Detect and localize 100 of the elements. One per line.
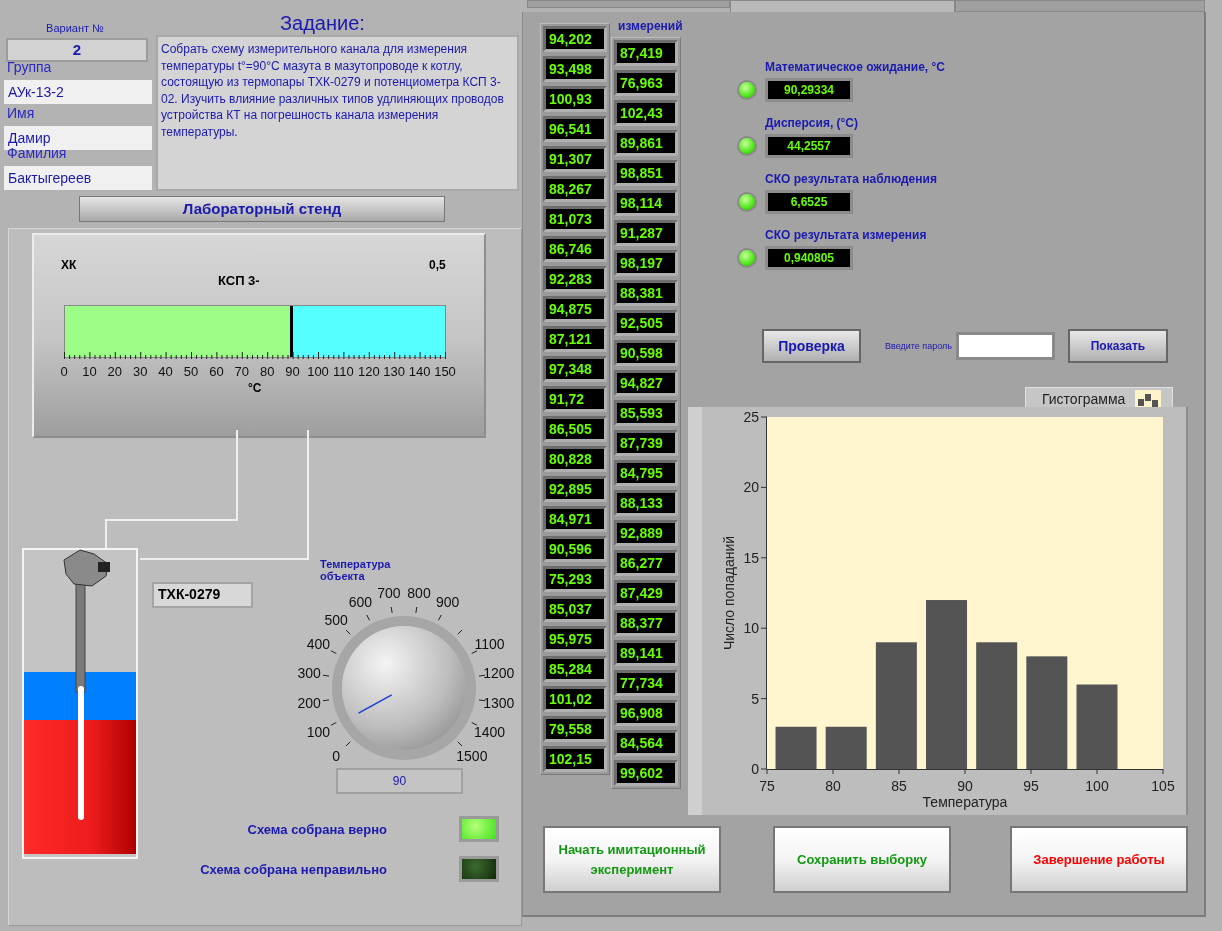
value-display: 85,037: [543, 596, 607, 622]
value-display: 76,963: [614, 70, 678, 96]
dial-label: 1200: [483, 663, 515, 683]
unit-label: °C: [248, 380, 262, 397]
tick-label: 5: [751, 690, 759, 707]
value-display: 75,293: [543, 566, 607, 592]
value-display: 90,29334: [765, 78, 853, 102]
scale-label: 50: [183, 363, 199, 381]
dial-label: 900: [435, 592, 460, 612]
value-display: 97,348: [543, 356, 607, 382]
value-display: 96,541: [543, 116, 607, 142]
show-button[interactable]: Показать: [1068, 329, 1168, 363]
field-label: Имя: [7, 105, 35, 121]
axis-title: Число попаданий: [721, 535, 737, 651]
value-display: 84,795: [614, 460, 678, 486]
variant-field[interactable]: 2: [6, 38, 148, 62]
value-display: 89,861: [614, 130, 678, 156]
scale-label: 20: [107, 363, 123, 381]
value-display: 88,133: [614, 490, 678, 516]
scale-label: 40: [158, 363, 173, 381]
value-display: 92,283: [543, 266, 607, 292]
column-label: измерений: [618, 18, 683, 35]
value-display: 102,15: [543, 746, 607, 772]
tick-label: 105: [1151, 778, 1175, 794]
scale-label: 10: [82, 363, 97, 381]
value-display: 44,2557: [765, 134, 853, 158]
value-display: 91,287: [614, 220, 678, 246]
value-display: 95,975: [543, 626, 607, 652]
stand-button[interactable]: Лабораторный стенд: [79, 196, 445, 222]
value-display: 94,202: [543, 26, 607, 52]
dial-label: 200: [297, 693, 321, 713]
scale-label: 140: [408, 363, 431, 381]
stat-label: Дисперсия, (°С): [765, 116, 860, 131]
value-display: 102,43: [614, 100, 678, 126]
value-field: 90: [336, 768, 463, 794]
tab[interactable]: [527, 0, 730, 8]
value-display: 77,734: [614, 670, 678, 696]
histogram-bar: [825, 726, 867, 769]
value-display: 88,381: [614, 280, 678, 306]
tick-label: 10: [743, 620, 759, 637]
value-display: 94,875: [543, 296, 607, 322]
tick-label: 100: [1085, 778, 1109, 794]
check-button[interactable]: Проверка: [762, 329, 861, 363]
text-field[interactable]: Бактыгереев: [4, 166, 152, 190]
value-display: 91,307: [543, 146, 607, 172]
text-field[interactable]: АУк-13-2: [4, 80, 152, 104]
value-display: 86,277: [614, 550, 678, 576]
bar-plot-icon: [1135, 389, 1162, 410]
scale-label: 0: [60, 363, 68, 381]
task-text: Собрать схему измерительного канала для измерения температуры t°=90°С мазута в мазутопроводе к котлу, состоящую из термопары ТХК-0279 и потенциометра КСП 3-02. Изучить влияние различных типов удлиняющих проводов устройства КТ на погрешность канала измерения температуры.: [156, 35, 519, 191]
dial-label: 1100: [474, 634, 505, 654]
sensor-label: ТХК-0279: [152, 582, 253, 608]
value-display: 6,6525: [765, 190, 853, 214]
value-display: 92,895: [543, 476, 607, 502]
histogram-bar: [775, 726, 817, 769]
indicator-label: Схема собрана неправильно: [199, 861, 387, 879]
value-display: 84,971: [543, 506, 607, 532]
axis-title: Температура: [922, 794, 1008, 810]
legend-label: Гистограмма: [1042, 390, 1126, 409]
value-display: 90,596: [543, 536, 607, 562]
indicator-label: Схема собрана верно: [246, 821, 387, 839]
scale-label: 110: [333, 363, 354, 381]
scale-label: 130: [383, 363, 406, 381]
action-button[interactable]: Завершение работы: [1010, 826, 1188, 893]
scale-label: 80: [259, 363, 275, 381]
value-display: 98,851: [614, 160, 678, 186]
value-display: 91,72: [543, 386, 607, 412]
password-label: Введите пароль: [885, 340, 952, 353]
tick-label: 80: [825, 778, 841, 794]
password-field[interactable]: [956, 332, 1055, 360]
value-display: 85,593: [614, 400, 678, 426]
value-display: 96,908: [614, 700, 678, 726]
value-display: 87,429: [614, 580, 678, 606]
dial-label: 600: [348, 592, 373, 612]
value-display: 93,498: [543, 56, 607, 82]
gauge-title: КСП 3-: [218, 272, 260, 290]
dial-label: 700: [377, 583, 401, 603]
value-display: 90,598: [614, 340, 678, 366]
tab[interactable]: [955, 0, 1205, 12]
value-display: 92,505: [614, 310, 678, 336]
action-button[interactable]: Начать имитационный эксперимент: [543, 826, 721, 893]
value-display: 80,828: [543, 446, 607, 472]
dial-label: 1300: [483, 693, 515, 713]
field-label: Вариант №: [45, 21, 105, 36]
scale-label: 70: [234, 363, 250, 381]
value-display: 98,197: [614, 250, 678, 276]
scale-label: 90: [285, 363, 300, 381]
value-display: 87,739: [614, 430, 678, 456]
dial-label: 1500: [456, 746, 488, 766]
dial-label: 500: [324, 610, 348, 630]
tick-label: 20: [743, 479, 759, 496]
value-display: 85,284: [543, 656, 607, 682]
value-display: 88,267: [543, 176, 607, 202]
value-display: 88,377: [614, 610, 678, 636]
dial-label: 1400: [473, 722, 506, 742]
tick-label: 95: [1023, 778, 1039, 794]
value-display: 87,121: [543, 326, 607, 352]
dial-label: 100: [306, 722, 331, 742]
dial-label: 300: [297, 663, 321, 683]
tick-label: 15: [743, 549, 759, 566]
